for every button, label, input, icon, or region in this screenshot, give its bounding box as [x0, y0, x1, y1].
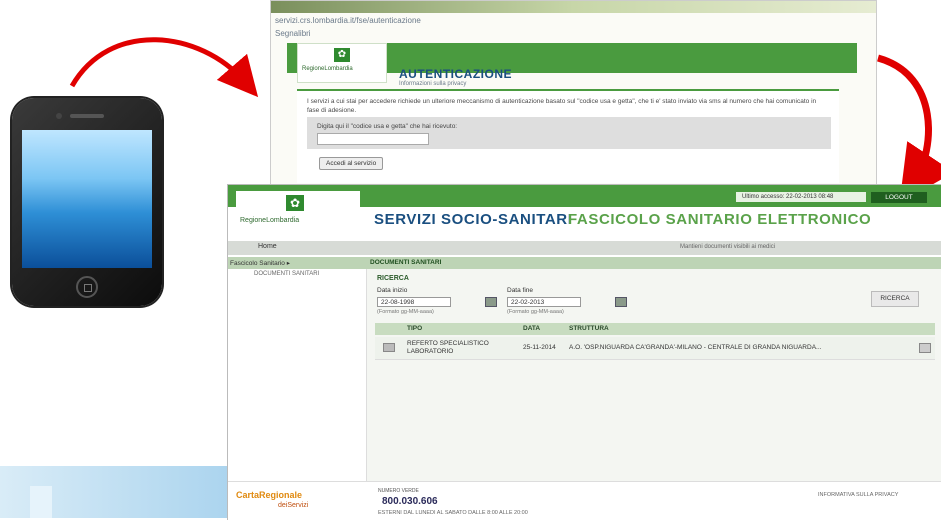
- favorites-bar[interactable]: Segnalibri: [275, 29, 311, 38]
- region-logo-text: RegioneLombardia: [302, 66, 353, 72]
- footer: CartaRegionale deiServizi NUMERO VERDE 8…: [228, 481, 941, 520]
- auth-panel: I servizi a cui stai per accedere richie…: [297, 89, 839, 183]
- calendar-icon[interactable]: [485, 297, 497, 307]
- table-header: TIPO DATA STRUTTURA: [375, 323, 935, 335]
- address-bar[interactable]: servizi.crs.lombardia.it/fse/autenticazi…: [275, 16, 421, 25]
- search-button[interactable]: RICERCA: [871, 291, 919, 307]
- phone-screen: [22, 130, 152, 268]
- access-button[interactable]: Accedi al servizio: [319, 157, 384, 170]
- footer-hours: ESTERNI DAL LUNEDI AL SABATO DALLE 8:00 …: [378, 510, 528, 516]
- fse-window: Ultimo accesso: 22-02-2013 08:48 LOGOUT …: [227, 184, 941, 520]
- sidebar: DOCUMENTI SANITARI: [228, 269, 367, 481]
- info-text: I servizi a cui stai per accedere richie…: [307, 98, 817, 114]
- sidebar-item-documenti[interactable]: DOCUMENTI SANITARI: [254, 271, 319, 277]
- cell-struttura: A.O. 'OSP.NIGUARDA CA'GRANDA'-MILANO - C…: [569, 344, 822, 351]
- background-decoration: [0, 466, 240, 518]
- download-icon[interactable]: [919, 343, 931, 353]
- to-date-hint: (Formato gg-MM-aaaa): [507, 309, 564, 315]
- privacy-link[interactable]: Informazioni sulla privacy: [399, 81, 466, 87]
- arrow-login-to-fse: [876, 54, 941, 204]
- search-section-title: RICERCA: [377, 275, 409, 282]
- otp-input[interactable]: [317, 133, 429, 145]
- to-date-input[interactable]: 22-02-2013: [507, 297, 581, 307]
- region-logo: ✿ RegioneLombardia: [236, 191, 360, 231]
- nav-bar: Home Mantieni documenti visibili ai medi…: [228, 241, 941, 255]
- from-date-hint: (Formato gg-MM-aaaa): [377, 309, 434, 315]
- region-logo-icon: ✿: [286, 195, 304, 211]
- otp-field-area: Digita qui il "codice usa e getta" che h…: [307, 117, 831, 149]
- toll-free-label: NUMERO VERDE: [378, 488, 419, 494]
- calendar-icon[interactable]: [615, 297, 627, 307]
- cell-data: 25-11-2014: [523, 344, 556, 351]
- table-row[interactable]: REFERTO SPECIALISTICO LABORATORIO 25-11-…: [375, 337, 935, 360]
- toll-free-value: 800.030.606: [382, 496, 438, 507]
- authentication-window: servizi.crs.lombardia.it/fse/autenticazi…: [270, 0, 877, 190]
- from-date-input[interactable]: 22-08-1998: [377, 297, 451, 307]
- last-access-date: Ultimo accesso: 22-02-2013 08:48: [736, 192, 866, 202]
- privacy-link[interactable]: INFORMATIVA SULLA PRIVACY: [818, 492, 898, 498]
- smartphone-image: [12, 98, 162, 306]
- from-date-label: Data inizio: [377, 287, 408, 294]
- otp-label: Digita qui il "codice usa e getta" che h…: [317, 123, 458, 130]
- region-logo: ✿ RegioneLombardia: [297, 43, 387, 83]
- region-logo-text: RegioneLombardia: [240, 217, 300, 224]
- crs-logo: CartaRegionale deiServizi: [236, 490, 356, 512]
- column-header-data: DATA: [523, 325, 541, 332]
- crs-logo-line1: CartaRegionale: [236, 490, 303, 500]
- home-button-icon: [76, 276, 98, 298]
- arrow-phone-to-login: [69, 37, 259, 98]
- page-title-secondary: FASCICOLO SANITARIO ELETTRONICO: [568, 211, 872, 228]
- breadcrumb: Fascicolo Sanitario ▸ DOCUMENTI SANITARI: [228, 257, 941, 269]
- toll-free-number: NUMERO VERDE 800.030.606: [378, 488, 438, 508]
- to-date-label: Data fine: [507, 287, 534, 294]
- logout-button[interactable]: LOGOUT: [871, 192, 927, 203]
- document-icon[interactable]: [383, 343, 395, 352]
- visibility-checkbox-label[interactable]: Mantieni documenti visibili ai medici: [680, 244, 775, 250]
- breadcrumb-current: DOCUMENTI SANITARI: [370, 259, 442, 266]
- cell-tipo: REFERTO SPECIALISTICO LABORATORIO: [407, 340, 489, 355]
- page-title-primary: SERVIZI SOCIO-SANITARI: [374, 211, 573, 228]
- speaker-icon: [70, 114, 104, 118]
- nav-home-link[interactable]: Home: [258, 243, 277, 250]
- column-header-struttura: STRUTTURA: [569, 325, 609, 332]
- camera-icon: [56, 113, 62, 119]
- region-logo-icon: ✿: [334, 48, 350, 62]
- decor-square: [30, 486, 52, 518]
- main-content: RICERCA Data inizio 22-08-1998 (Formato …: [367, 269, 941, 481]
- column-header-tipo: TIPO: [407, 325, 423, 332]
- page-title: AUTENTICAZIONE: [399, 67, 512, 81]
- browser-top-strip: [271, 1, 876, 13]
- breadcrumb-root[interactable]: Fascicolo Sanitario ▸: [230, 259, 290, 267]
- crs-logo-line2: deiServizi: [278, 502, 309, 509]
